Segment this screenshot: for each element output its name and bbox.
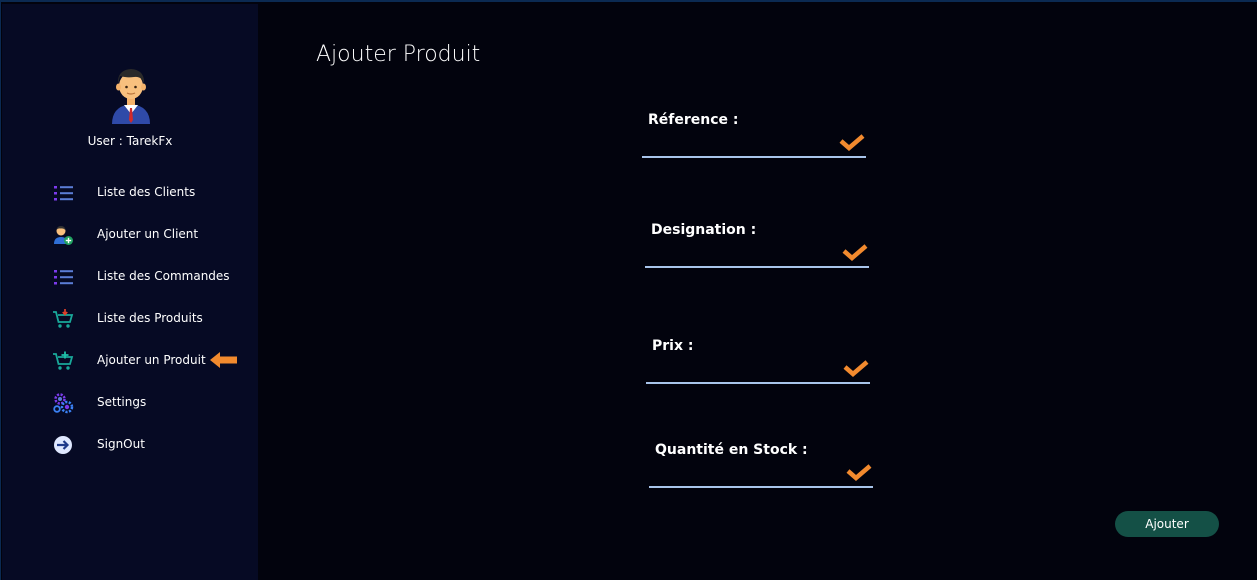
prix-input[interactable] xyxy=(646,360,870,384)
sidebar-item-label: Ajouter un Client xyxy=(97,227,199,241)
sidebar-item-label: Liste des Produits xyxy=(97,311,203,325)
quantite-stock-input[interactable] xyxy=(649,464,873,488)
user-avatar-icon xyxy=(112,69,150,124)
ajouter-button[interactable]: Ajouter xyxy=(1115,511,1219,537)
designation-field: Designation : xyxy=(645,222,875,282)
app-window: User : TarekFx Liste des Clients Ajouter… xyxy=(0,0,1257,580)
reference-field: Réference : xyxy=(642,112,872,172)
field-label: Réference : xyxy=(648,112,739,128)
list-icon xyxy=(54,186,73,201)
reference-input[interactable] xyxy=(642,134,866,158)
sidebar-item-liste-commandes[interactable]: Liste des Commandes xyxy=(2,259,258,293)
user-label: User : TarekFx xyxy=(87,134,173,148)
sidebar-item-settings[interactable]: Settings xyxy=(2,385,258,419)
sidebar-item-liste-clients[interactable]: Liste des Clients xyxy=(2,175,258,209)
prix-field: Prix : xyxy=(646,338,876,398)
checkmark-icon xyxy=(843,360,869,377)
checkmark-icon xyxy=(846,464,872,481)
cart-icon xyxy=(53,309,74,328)
sidebar-item-label: SignOut xyxy=(97,437,145,451)
list-icon xyxy=(54,270,73,285)
quantite-stock-field: Quantité en Stock : xyxy=(649,442,879,502)
sidebar-item-ajouter-produit[interactable]: Ajouter un Produit xyxy=(2,343,258,377)
field-label: Quantité en Stock : xyxy=(655,442,808,458)
field-label: Prix : xyxy=(652,338,694,354)
checkmark-icon xyxy=(842,244,868,261)
sidebar-item-label: Settings xyxy=(97,395,147,409)
field-label: Designation : xyxy=(651,222,757,238)
cart-add-icon xyxy=(53,351,74,370)
sidebar-item-liste-produits[interactable]: Liste des Produits xyxy=(2,301,258,335)
sidebar-item-signout[interactable]: SignOut xyxy=(2,427,258,461)
checkmark-icon xyxy=(839,134,865,151)
active-arrow-icon xyxy=(210,352,237,368)
main-content: Ajouter Produit Réference : Designation … xyxy=(258,4,1257,580)
sidebar-item-label: Ajouter un Produit xyxy=(97,353,206,367)
page-title: Ajouter Produit xyxy=(316,42,481,67)
sidebar-item-ajouter-client[interactable]: Ajouter un Client xyxy=(2,217,258,251)
sidebar-item-label: Liste des Clients xyxy=(97,185,196,199)
sidebar: User : TarekFx Liste des Clients Ajouter… xyxy=(2,4,258,580)
designation-input[interactable] xyxy=(645,244,869,268)
signout-icon xyxy=(54,436,72,454)
gears-icon xyxy=(53,393,74,414)
sidebar-item-label: Liste des Commandes xyxy=(97,269,230,283)
add-user-icon xyxy=(54,226,73,245)
